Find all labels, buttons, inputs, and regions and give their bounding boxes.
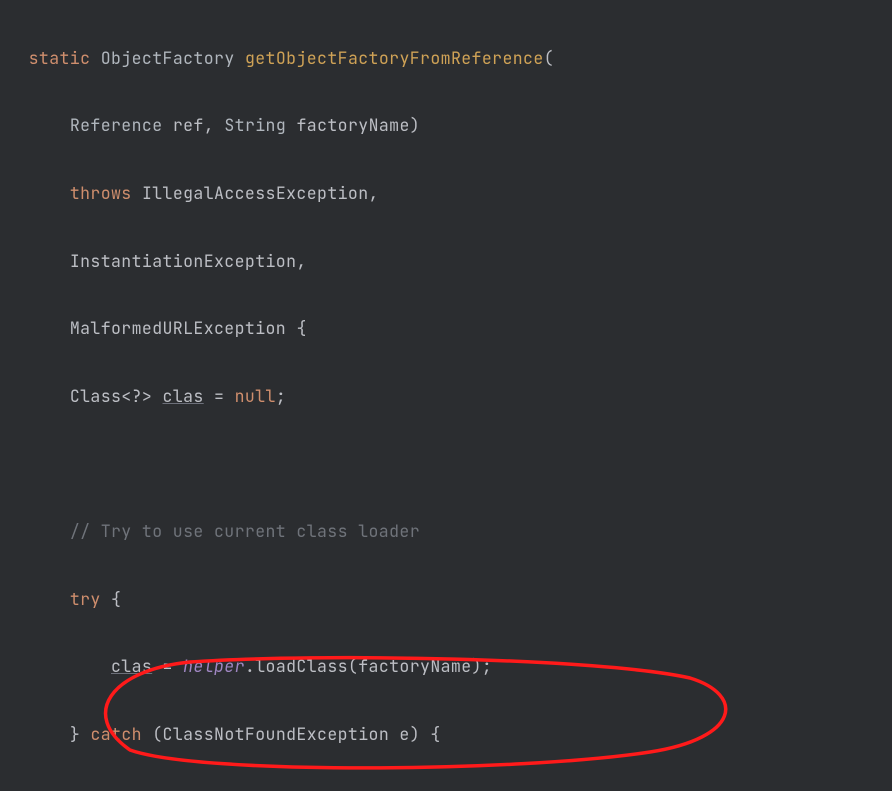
field-helper: helper <box>183 655 245 677</box>
variable-clas: clas <box>163 385 204 407</box>
code-line: Class<?> clas = null; <box>8 380 892 414</box>
comment: // Try to use current class loader <box>70 520 420 542</box>
comment: // ignore and continue <box>111 790 338 791</box>
code-editor[interactable]: static ObjectFactory getObjectFactoryFro… <box>0 0 892 791</box>
code-line: MalformedURLException { <box>8 312 892 346</box>
code-line <box>8 447 892 481</box>
code-line: Reference ref, String factoryName) <box>8 109 892 143</box>
variable-clas: clas <box>111 655 152 677</box>
keyword-static: static <box>29 47 91 69</box>
code-line: // Try to use current class loader <box>8 515 892 549</box>
type-name: ObjectFactory <box>101 47 235 69</box>
code-line: clas = helper.loadClass(factoryName); <box>8 650 892 684</box>
code-line: static ObjectFactory getObjectFactoryFro… <box>8 42 892 76</box>
code-line: } catch (ClassNotFoundException e) { <box>8 718 892 752</box>
code-line: InstantiationException, <box>8 245 892 279</box>
code-line: throws IllegalAccessException, <box>8 177 892 211</box>
method-name: getObjectFactoryFromReference <box>245 47 544 69</box>
code-line: try { <box>8 583 892 617</box>
code-line: // ignore and continue <box>8 785 892 791</box>
